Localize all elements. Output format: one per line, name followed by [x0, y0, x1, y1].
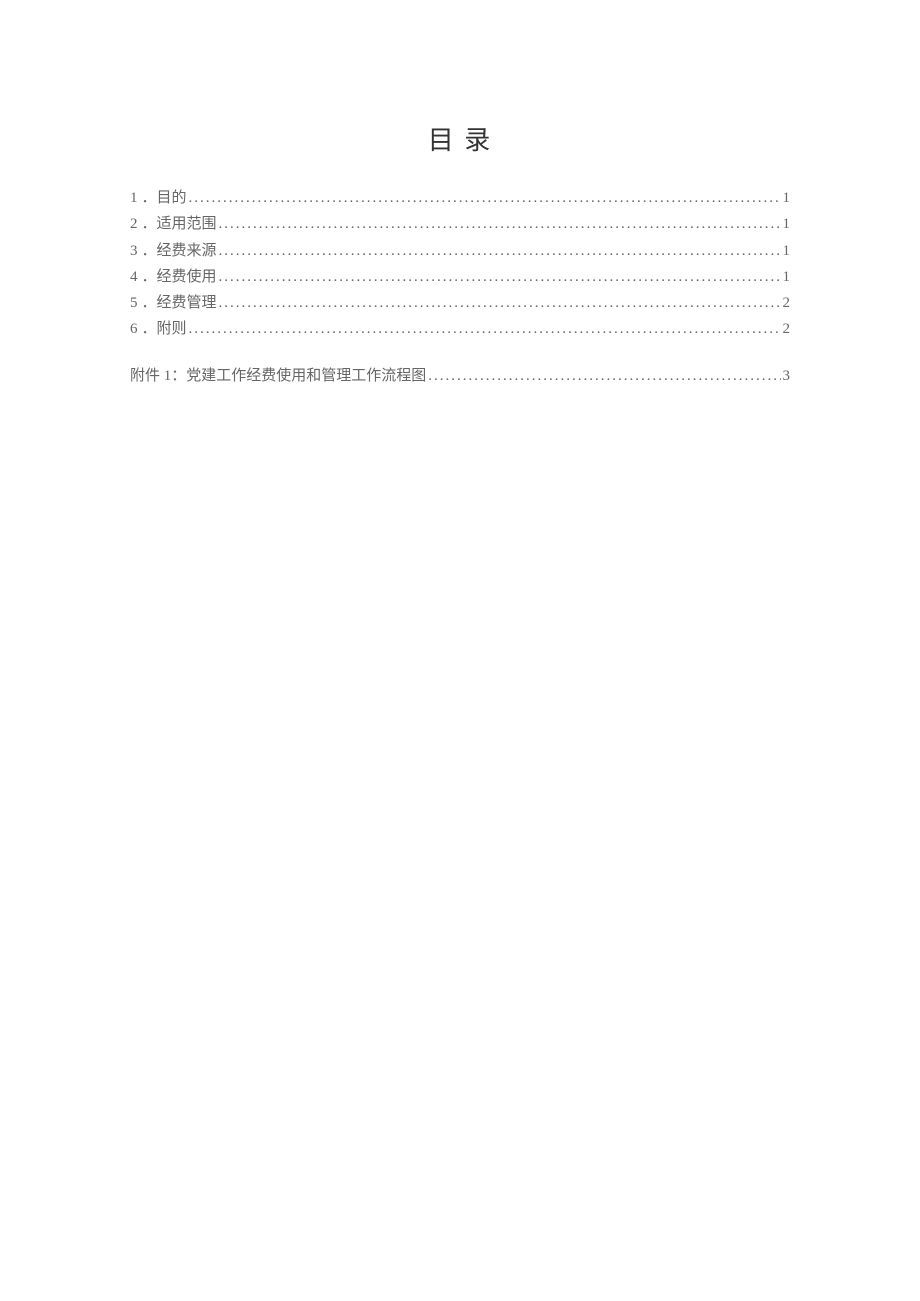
toc-num: 1 — [130, 185, 138, 211]
toc-entry-1: 1 ．目的 1 — [130, 185, 790, 211]
toc-list: 1 ．目的 1 2 ．适用范围 1 3 ．经费来源 1 4 ．经费使用 1 5 … — [0, 185, 920, 389]
toc-title: 目 录 — [0, 120, 920, 157]
toc-page: 1 — [783, 238, 791, 264]
toc-entry-3: 3 ．经费来源 1 — [130, 238, 790, 264]
section-spacer — [130, 343, 790, 363]
toc-entry-5: 5 ．经费管理 2 — [130, 290, 790, 316]
toc-label: ．目的 — [142, 185, 187, 211]
toc-label: ．经费管理 — [142, 290, 217, 316]
toc-num: 3 — [130, 238, 138, 264]
toc-leader-dots — [219, 238, 781, 264]
toc-appendix-label: 附件 1：党建工作经费使用和管理工作流程图 — [130, 363, 426, 389]
toc-num: 2 — [130, 211, 138, 237]
toc-page: 1 — [783, 211, 791, 237]
toc-entry-appendix: 附件 1：党建工作经费使用和管理工作流程图 3 — [130, 363, 790, 389]
toc-leader-dots — [189, 316, 781, 342]
toc-leader-dots — [189, 185, 781, 211]
toc-page: 2 — [783, 290, 791, 316]
toc-leader-dots — [219, 264, 781, 290]
toc-label: ．附则 — [142, 316, 187, 342]
toc-leader-dots — [219, 290, 781, 316]
toc-leader-dots — [219, 211, 781, 237]
toc-label: ．经费使用 — [142, 264, 217, 290]
toc-label: ．经费来源 — [142, 238, 217, 264]
toc-page: 1 — [783, 264, 791, 290]
toc-label: ．适用范围 — [142, 211, 217, 237]
toc-num: 4 — [130, 264, 138, 290]
toc-page: 1 — [783, 185, 791, 211]
toc-num: 6 — [130, 316, 138, 342]
toc-entry-4: 4 ．经费使用 1 — [130, 264, 790, 290]
toc-leader-dots — [428, 363, 780, 389]
toc-page: 2 — [783, 316, 791, 342]
toc-entry-2: 2 ．适用范围 1 — [130, 211, 790, 237]
toc-num: 5 — [130, 290, 138, 316]
toc-page: 3 — [783, 363, 791, 389]
toc-entry-6: 6 ．附则 2 — [130, 316, 790, 342]
